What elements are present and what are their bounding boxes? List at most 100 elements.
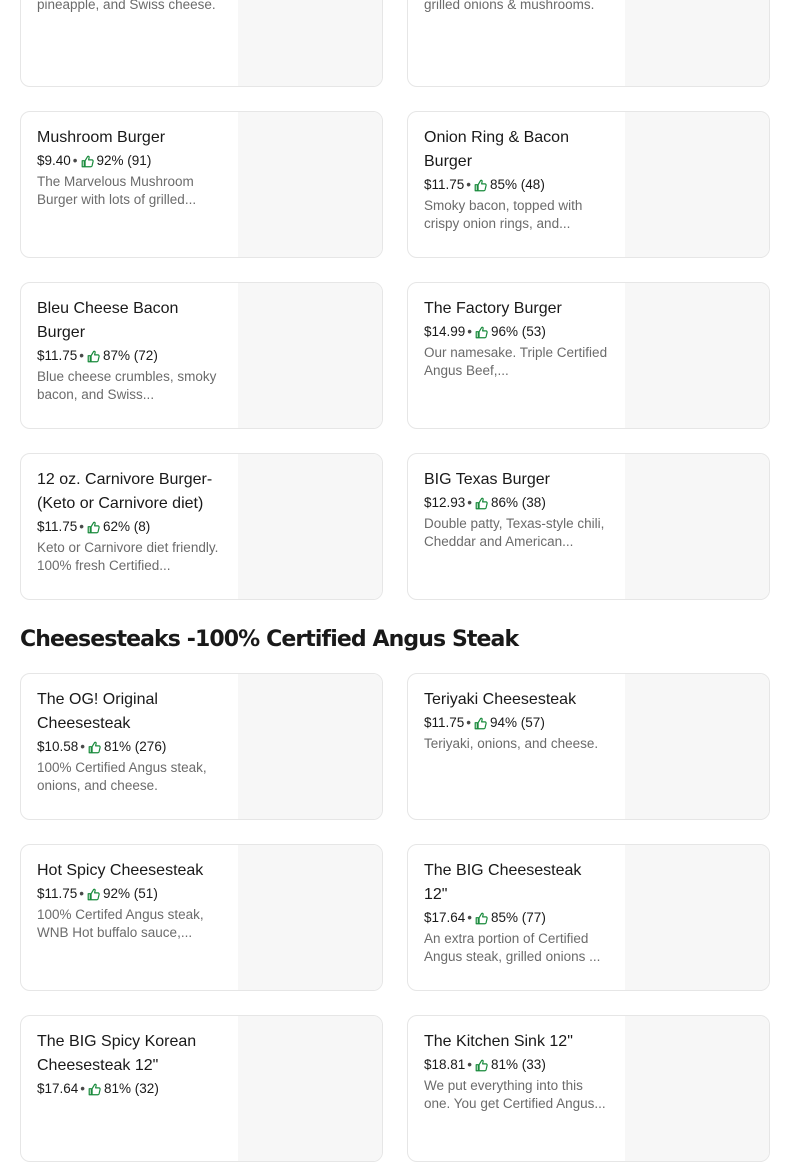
menu-item-info: • Teriyaki glazed, grilled pineapple, an… <box>21 0 238 86</box>
menu-item-card[interactable]: • Korean-style bbq sauce, grilled onions… <box>407 0 770 87</box>
menu-item-price: $14.99 <box>424 324 466 339</box>
menu-item-info: Mushroom Burger $9.40 • 92% (91) The Mar… <box>21 112 238 257</box>
menu-item-rating: 81% (276) <box>104 739 167 754</box>
menu-item-card[interactable]: 12 oz. Carnivore Burger-(Keto or Carnivo… <box>20 453 383 600</box>
separator-dot: • <box>79 348 85 363</box>
menu-item-description: Double patty, Texas-style chili, Cheddar… <box>424 516 605 549</box>
menu-item-name: Bleu Cheese Bacon Burger <box>37 300 179 341</box>
menu-item-rating: 96% (53) <box>491 324 546 339</box>
menu-item-rating: 87% (72) <box>103 348 158 363</box>
menu-item-image-placeholder <box>238 112 382 257</box>
menu-item-rating: 94% (57) <box>490 715 545 730</box>
menu-item-card[interactable]: The Kitchen Sink 12" $18.81 • 81% (33) W… <box>407 1015 770 1162</box>
menu-item-info: Onion Ring & Bacon Burger $11.75 • 85% (… <box>408 112 625 257</box>
menu-item-image-placeholder <box>238 0 382 86</box>
menu-item-description: Teriyaki, onions, and cheese. <box>424 736 599 751</box>
menu-item-card[interactable]: Bleu Cheese Bacon Burger $11.75 • 87% (7… <box>20 282 383 429</box>
menu-item-card[interactable]: Onion Ring & Bacon Burger $11.75 • 85% (… <box>407 111 770 258</box>
menu-item-image-placeholder <box>625 1016 769 1161</box>
menu-item-card[interactable]: The BIG Cheesesteak 12" $17.64 • 85% (77… <box>407 844 770 991</box>
menu-item-price: $12.93 <box>424 495 466 510</box>
separator-dot: • <box>466 177 472 192</box>
menu-item-name: Teriyaki Cheesesteak <box>424 691 577 708</box>
menu-item-info: Teriyaki Cheesesteak $11.75 • 94% (57) T… <box>408 674 625 819</box>
menu-item-price: $11.75 <box>37 886 78 901</box>
menu-item-image-placeholder <box>238 674 382 819</box>
menu-item-name: The Factory Burger <box>424 300 562 317</box>
thumbs-up-icon <box>475 912 488 924</box>
menu-item-rating: 81% (32) <box>104 1081 159 1096</box>
menu-item-card[interactable]: The OG! Original Cheesesteak $10.58 • 81… <box>20 673 383 820</box>
menu-item-card[interactable]: • Teriyaki glazed, grilled pineapple, an… <box>20 0 383 87</box>
thumbs-up-icon <box>81 155 94 167</box>
menu-item-rating: 86% (38) <box>491 495 546 510</box>
menu-item-card[interactable]: The BIG Spicy Korean Cheesesteak 12" $17… <box>20 1015 383 1162</box>
menu-item-description: The Marvelous Mushroom Burger with lots … <box>37 174 197 207</box>
menu-item-info: Hot Spicy Cheesesteak $11.75 • 92% (51) … <box>21 845 238 990</box>
menu-item-rating: 85% (48) <box>490 177 545 192</box>
menu-item-price: $9.40 <box>37 153 71 168</box>
menu-item-price: $17.64 <box>37 1081 79 1096</box>
menu-item-meta: $17.64 • 81% (32) <box>37 1079 222 1099</box>
separator-dot: • <box>79 886 85 901</box>
menu-item-description: 100% Certified Angus steak, onions, and … <box>37 760 207 793</box>
menu-item-name: The BIG Cheesesteak 12" <box>424 862 582 903</box>
separator-dot: • <box>467 910 473 925</box>
thumbs-up-icon <box>474 179 487 191</box>
menu-item-price: $17.64 <box>424 910 466 925</box>
menu-item-rating: 81% (33) <box>491 1057 546 1072</box>
menu-item-description: Teriyaki glazed, grilled pineapple, and … <box>37 0 216 12</box>
menu-item-card[interactable]: The Factory Burger $14.99 • 96% (53) Our… <box>407 282 770 429</box>
thumbs-up-icon <box>475 1059 488 1071</box>
menu-item-rating: 92% (91) <box>96 153 152 168</box>
thumbs-up-icon <box>88 1083 101 1095</box>
section-title-cheesesteaks: Cheesesteaks -100% Certified Angus Steak <box>20 627 519 652</box>
separator-dot: • <box>80 1081 86 1096</box>
menu-item-image-placeholder <box>625 283 769 428</box>
menu-item-name: BIG Texas Burger <box>424 471 550 488</box>
menu-item-card[interactable]: BIG Texas Burger $12.93 • 86% (38) Doubl… <box>407 453 770 600</box>
thumbs-up-icon <box>87 350 100 362</box>
menu-item-image-placeholder <box>625 845 769 990</box>
menu-item-name: Mushroom Burger <box>37 129 166 146</box>
menu-item-meta: $11.75 • 85% (48) <box>424 175 609 195</box>
menu-item-card[interactable]: Teriyaki Cheesesteak $11.75 • 94% (57) T… <box>407 673 770 820</box>
menu-item-meta: $14.99 • 96% (53) <box>424 322 609 342</box>
menu-item-meta: $18.81 • 81% (33) <box>424 1055 609 1075</box>
menu-item-info: The BIG Cheesesteak 12" $17.64 • 85% (77… <box>408 845 625 990</box>
menu-item-description <box>37 1101 222 1137</box>
menu-item-meta: $11.75 • 94% (57) <box>424 713 609 733</box>
menu-item-info: The Kitchen Sink 12" $18.81 • 81% (33) W… <box>408 1016 625 1161</box>
separator-dot: • <box>467 324 473 339</box>
menu-item-price: $11.75 <box>37 348 78 363</box>
menu-item-description: Our namesake. Triple Certified Angus Bee… <box>424 345 608 378</box>
separator-dot: • <box>72 153 78 168</box>
menu-item-card[interactable]: Mushroom Burger $9.40 • 92% (91) The Mar… <box>20 111 383 258</box>
menu-item-info: The BIG Spicy Korean Cheesesteak 12" $17… <box>21 1016 238 1161</box>
menu-item-description: An extra portion of Certified Angus stea… <box>424 931 601 964</box>
burgers-item-grid: • Teriyaki glazed, grilled pineapple, an… <box>20 0 770 600</box>
menu-item-description: 100% Certifed Angus steak, WNB Hot buffa… <box>37 907 204 940</box>
menu-item-info: Bleu Cheese Bacon Burger $11.75 • 87% (7… <box>21 283 238 428</box>
thumbs-up-icon <box>475 326 488 338</box>
thumbs-up-icon <box>88 741 101 753</box>
menu-item-description: Keto or Carnivore diet friendly. 100% fr… <box>37 540 219 573</box>
cheesesteaks-item-grid: The OG! Original Cheesesteak $10.58 • 81… <box>20 673 770 1162</box>
menu-item-info: The Factory Burger $14.99 • 96% (53) Our… <box>408 283 625 428</box>
menu-item-meta: $9.40 • 92% (91) <box>37 151 222 171</box>
menu-item-name: The BIG Spicy Korean Cheesesteak 12" <box>37 1033 197 1074</box>
menu-item-name: Onion Ring & Bacon Burger <box>424 129 569 170</box>
separator-dot: • <box>466 715 472 730</box>
menu-item-price: $11.75 <box>37 519 78 534</box>
menu-item-name: The OG! Original Cheesesteak <box>37 691 158 732</box>
menu-item-image-placeholder <box>238 454 382 599</box>
menu-item-card[interactable]: Hot Spicy Cheesesteak $11.75 • 92% (51) … <box>20 844 383 991</box>
menu-item-price: $10.58 <box>37 739 79 754</box>
menu-item-name: 12 oz. Carnivore Burger-(Keto or Carnivo… <box>37 471 213 512</box>
separator-dot: • <box>467 495 473 510</box>
thumbs-up-icon <box>475 497 488 509</box>
thumbs-up-icon <box>474 717 487 729</box>
menu-item-info: The OG! Original Cheesesteak $10.58 • 81… <box>21 674 238 819</box>
menu-item-image-placeholder <box>238 1016 382 1161</box>
menu-item-description: Smoky bacon, topped with crispy onion ri… <box>424 198 583 231</box>
